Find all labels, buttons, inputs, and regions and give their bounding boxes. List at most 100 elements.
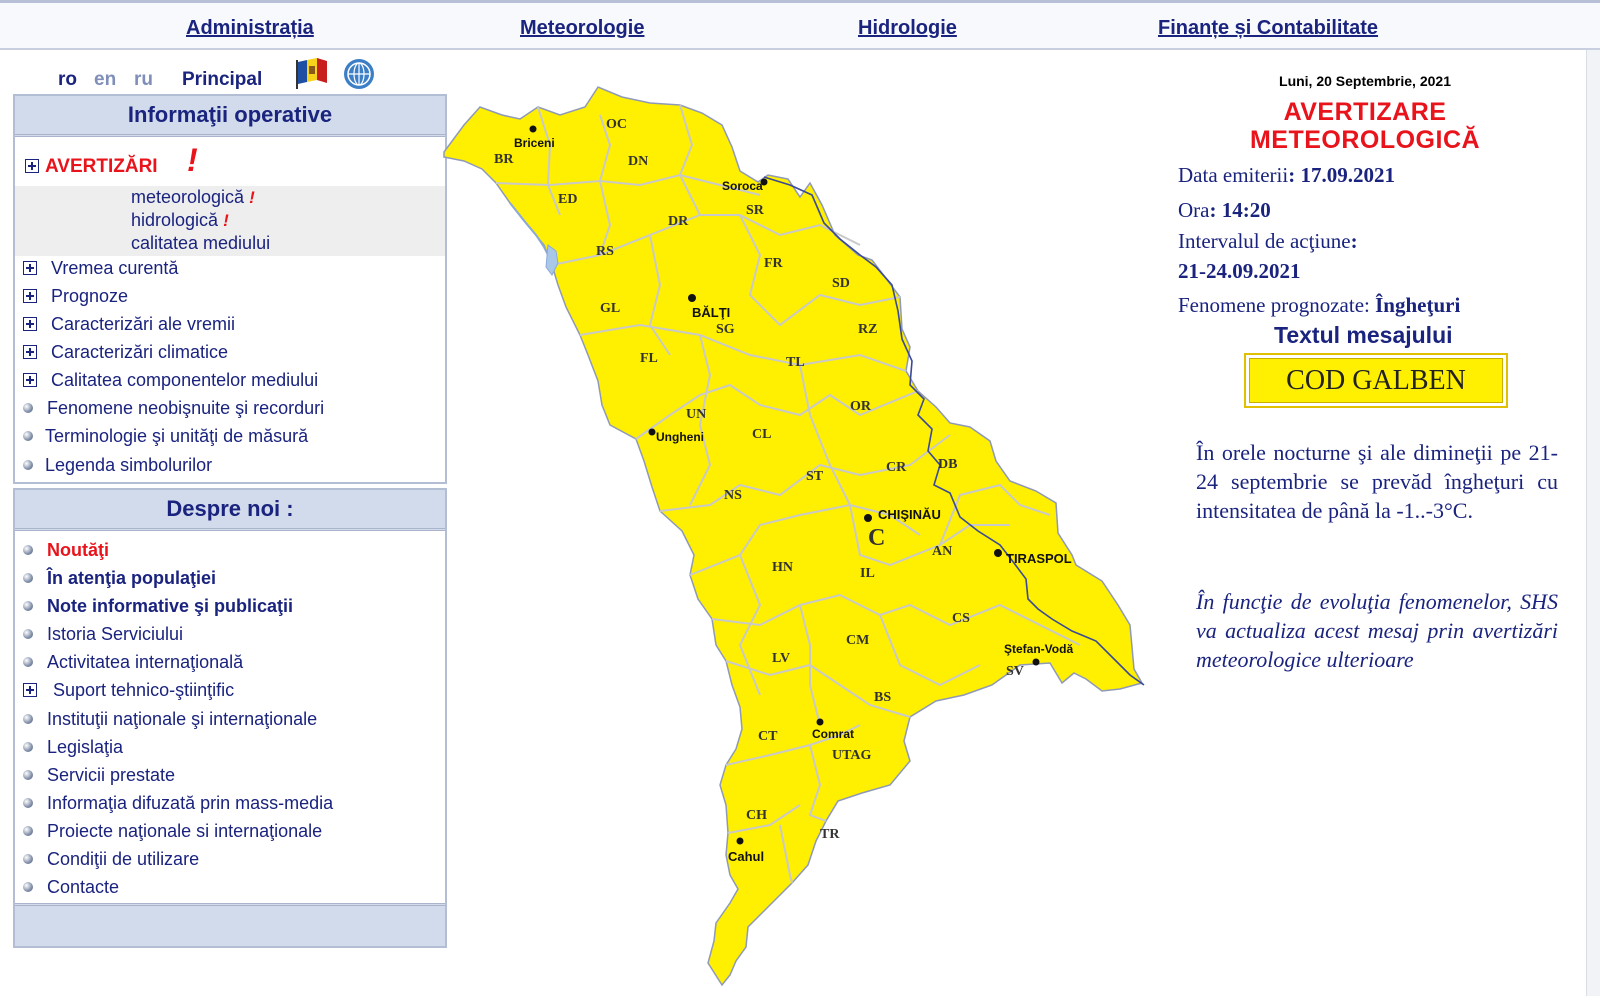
menu-conditii-utilizare[interactable]: Condiţii de utilizare (23, 849, 199, 870)
submenu-hidrologica[interactable]: hidrologică ! (131, 210, 229, 231)
menu-contacte[interactable]: Contacte (23, 877, 119, 898)
action-interval: Intervalul de acţiune: (1178, 229, 1358, 253)
expand-icon[interactable] (23, 345, 37, 359)
district-label: C (868, 525, 885, 551)
city-dot (816, 718, 824, 726)
panel-title: Informaţii operative (15, 96, 445, 137)
city-label: Cahul (728, 849, 764, 864)
district-label: CS (952, 611, 970, 626)
menu-suport-tehnico[interactable]: Suport tehnico-ştiinţific (23, 680, 234, 701)
expand-icon[interactable] (23, 261, 37, 275)
nav-hidrologie[interactable]: Hidrologie (858, 17, 957, 40)
bullet-icon (23, 545, 33, 555)
bullet-icon (23, 854, 33, 864)
expand-icon[interactable] (23, 317, 37, 331)
exclamation-icon: ! (187, 142, 198, 178)
bullet-icon (23, 714, 33, 724)
warning-title: AVERTIZARE (1283, 98, 1447, 126)
district-label: ST (806, 469, 824, 484)
district-label: FR (764, 256, 784, 271)
panel-title: Despre noi : (15, 490, 445, 531)
menu-atentia-populatiei[interactable]: În atenţia populaţiei (23, 568, 216, 589)
menu-vremea-curenta[interactable]: Vremea curentă (23, 258, 178, 279)
menu-legislatia[interactable]: Legislaţia (23, 737, 123, 758)
district-label: RZ (858, 322, 877, 337)
city-label: Soroca (722, 179, 763, 193)
menu-caracterizari-climatice[interactable]: Caracterizări climatice (23, 342, 228, 363)
district-label: SG (716, 322, 735, 337)
bullet-icon (23, 629, 33, 639)
district-label: LV (772, 651, 790, 666)
menu-terminologie[interactable]: Terminologie şi unităţi de măsură (23, 426, 308, 447)
district-label: HN (772, 560, 793, 575)
district-label: UN (686, 407, 706, 422)
menu-proiecte[interactable]: Proiecte naţionale si internaţionale (23, 821, 322, 842)
issue-date: Data emiterii: 17.09.2021 (1178, 163, 1395, 187)
expand-icon[interactable] (23, 373, 37, 387)
menu-activitatea-internationala[interactable]: Activitatea internaţională (23, 652, 243, 673)
city-label: Comrat (812, 727, 854, 741)
menu-prognoze[interactable]: Prognoze (23, 286, 128, 307)
menu-caracterizari-vremii[interactable]: Caracterizări ale vremii (23, 314, 235, 335)
home-link[interactable]: Principal (182, 69, 262, 91)
nav-finante[interactable]: Finanțe și Contabilitate (1158, 17, 1378, 40)
menu-legenda-simbolurilor[interactable]: Legenda simbolurilor (23, 455, 212, 476)
menu-note-informative[interactable]: Note informative şi publicaţii (23, 596, 293, 617)
district-label: BR (494, 152, 514, 167)
city-dot (648, 428, 656, 436)
current-date: Luni, 20 Septembrie, 2021 (1279, 73, 1451, 89)
bullet-icon (23, 460, 33, 470)
moldova-warning-map[interactable]: OC BR DN ED DR SR RS FR SD GL SG RZ FL T… (440, 85, 1160, 990)
district-label: CM (846, 633, 869, 648)
menu-servicii-prestate[interactable]: Servicii prestate (23, 765, 175, 786)
wmo-logo-icon[interactable] (343, 58, 375, 90)
menu-institutii[interactable]: Instituţii naţionale şi internaţionale (23, 709, 317, 730)
nav-meteorologie[interactable]: Meteorologie (520, 17, 644, 40)
district-label: NS (724, 488, 742, 503)
submenu-calitatea-mediului[interactable]: calitatea mediului (131, 233, 270, 254)
district-label: DB (938, 457, 957, 472)
moldova-flag-icon[interactable] (295, 58, 329, 90)
district-label: TR (820, 827, 840, 842)
district-label: OR (850, 399, 872, 414)
about-panel: Despre noi : Noutăţi În atenţia populaţi… (13, 488, 447, 948)
menu-avertizari[interactable]: AVERTIZĂRI ! (25, 142, 198, 178)
language-bar: ro en ru Principal (56, 58, 436, 94)
exclamation-icon: ! (249, 188, 255, 207)
city-dot (864, 514, 872, 522)
district-label: CL (752, 427, 771, 442)
message-heading: Textul mesajului (1274, 322, 1453, 348)
menu-calitatea-componentelor[interactable]: Calitatea componentelor mediului (23, 370, 318, 391)
district-label: ED (558, 192, 577, 207)
bullet-icon (23, 431, 33, 441)
lang-ru[interactable]: ru (134, 69, 153, 91)
menu-fenomene-neobisnuite[interactable]: Fenomene neobişnuite şi recorduri (23, 398, 324, 419)
city-label: CHIŞINĂU (878, 507, 941, 522)
district-label: GL (600, 301, 620, 316)
city-label: BĂLŢI (692, 305, 730, 320)
expand-icon[interactable] (23, 683, 37, 697)
district-label: CT (758, 729, 778, 744)
district-label: CH (746, 808, 767, 823)
bullet-icon (23, 882, 33, 892)
district-label: DN (628, 154, 648, 169)
menu-noutati[interactable]: Noutăţi (23, 540, 109, 561)
city-label: Ungheni (656, 430, 704, 444)
code-badge: COD GALBEN (1244, 353, 1508, 408)
expand-icon[interactable] (23, 289, 37, 303)
submenu-meteorologica[interactable]: meteorologică ! (131, 187, 255, 208)
menu-informatia-difuzata[interactable]: Informaţia difuzată prin mass-media (23, 793, 333, 814)
bullet-icon (23, 657, 33, 667)
bullet-icon (23, 798, 33, 808)
expand-icon[interactable] (25, 159, 39, 173)
bullet-icon (23, 601, 33, 611)
district-label: DR (668, 214, 689, 229)
city-dot (688, 294, 696, 302)
bullet-icon (23, 826, 33, 836)
panel-footer (15, 903, 445, 946)
nav-administratia[interactable]: Administrația (186, 17, 314, 40)
menu-istoria-serviciului[interactable]: Istoria Serviciului (23, 624, 183, 645)
lang-en[interactable]: en (94, 69, 116, 91)
lang-ro[interactable]: ro (58, 69, 77, 91)
page-scrollbar[interactable] (1586, 50, 1600, 996)
